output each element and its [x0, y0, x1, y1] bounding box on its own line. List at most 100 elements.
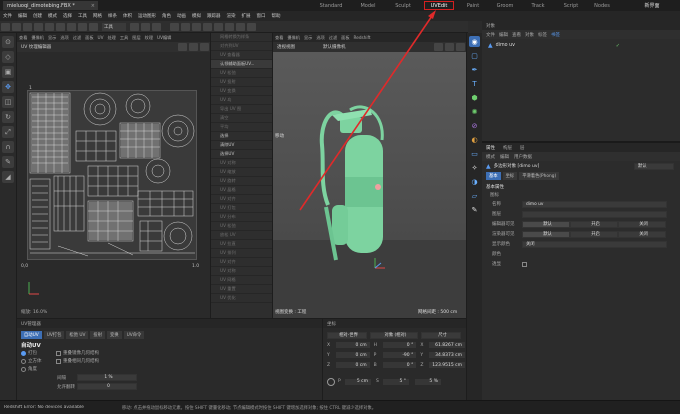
vp-menu-options[interactable]: 选项 [316, 35, 324, 41]
attr-subtab-coord[interactable]: 坐标 [502, 171, 518, 180]
command-item-clear-uv[interactable]: 清除UV [211, 141, 272, 150]
command-item-active[interactable]: 认领辅助面板UV... [211, 60, 272, 69]
obj-menu-object[interactable]: 对象 [525, 32, 534, 38]
texture-icon[interactable]: ◉ [469, 36, 480, 47]
menu-edit[interactable]: 编辑 [18, 13, 27, 19]
menu-window[interactable]: 窗口 [257, 13, 266, 19]
axis-z-icon[interactable] [89, 22, 98, 31]
attr-editor-visible-off[interactable]: 关闭 [618, 220, 666, 228]
menu-help[interactable]: 帮助 [272, 13, 281, 19]
render-settings-icon[interactable] [152, 22, 161, 31]
uv-zoom-view-icon[interactable] [189, 43, 198, 51]
text-tool-icon[interactable]: T [469, 78, 480, 89]
bend-deformer-icon[interactable]: ⊘ [469, 120, 480, 131]
vp-menu-redshift[interactable]: Redshift [354, 35, 371, 40]
snap-pos-field[interactable]: 5 cm [344, 377, 372, 386]
subdivision-surface-icon[interactable]: ⬢ [469, 92, 480, 103]
command-item[interactable]: UV 对齐 [211, 258, 272, 267]
cloner-icon[interactable]: ✺ [469, 106, 480, 117]
sky-icon[interactable]: ◐ [469, 134, 480, 145]
vp-menu-view[interactable]: 查看 [275, 35, 283, 41]
object-row[interactable]: ▲ dimo uv ✓ [482, 41, 680, 50]
layout-tab-groom[interactable]: Groom [492, 1, 518, 10]
deformer-icon[interactable] [214, 22, 223, 31]
obj-menu-tags[interactable]: 标签 [538, 32, 547, 38]
edit-icon[interactable]: ✎ [469, 204, 480, 215]
vp-zoom-view-icon[interactable] [445, 43, 454, 51]
layout-tab-track[interactable]: Track [526, 1, 550, 10]
attr-subtab-phong[interactable]: 平滑着色(Phong) [519, 171, 560, 180]
coord-y-pos[interactable]: 0 cm [334, 351, 371, 359]
visible-check-icon[interactable]: ✓ [616, 43, 620, 49]
render-icon[interactable] [141, 22, 150, 31]
environment-icon[interactable]: ◑ [469, 176, 480, 187]
uv-menu-camera[interactable]: 摄像机 [31, 35, 44, 41]
uvm-flip-field[interactable]: 0 [77, 383, 137, 390]
polygons-mode-icon[interactable]: ▣ [2, 66, 14, 78]
uv-menu-panel[interactable]: 面板 [85, 35, 93, 41]
command-item[interactable]: 对齐到UV [211, 42, 272, 51]
attr-display-color-dropdown[interactable]: 关闭 [522, 240, 667, 248]
menu-animate[interactable]: 动画 [177, 13, 186, 19]
move-icon[interactable] [34, 22, 43, 31]
rotate-tool-icon[interactable]: ↻ [2, 111, 14, 123]
uvm-tab-commands[interactable]: UV命令 [123, 331, 145, 339]
menu-tracker[interactable]: 跟踪器 [207, 13, 221, 19]
command-item[interactable]: 导出 UV 图 [211, 105, 272, 114]
rotate-icon[interactable] [56, 22, 65, 31]
pen-icon[interactable] [181, 22, 190, 31]
coord-p-rot[interactable]: -90 ° [381, 351, 418, 359]
uv-menu-uv[interactable]: UV [98, 35, 104, 40]
uv-menu-process[interactable]: 处理 [107, 35, 115, 41]
camera-object-icon[interactable]: ▭ [469, 148, 480, 159]
subdivision-icon[interactable] [192, 22, 201, 31]
coord-x-pos[interactable]: 0 cm [334, 341, 371, 349]
edges-mode-icon[interactable]: ◇ [2, 51, 14, 63]
command-item[interactable]: 放松 UV [211, 231, 272, 240]
uvm-tab-transform[interactable]: 变换 [107, 331, 122, 339]
knife-icon[interactable]: ◢ [2, 171, 14, 183]
attr-tab-layers[interactable]: 构层 [503, 145, 512, 151]
menu-select[interactable]: 选择 [63, 13, 72, 19]
layout-tab-model[interactable]: Model [355, 1, 381, 10]
command-item[interactable]: UV 岛 [211, 96, 272, 105]
undo-icon[interactable] [1, 22, 10, 31]
vp-menu-display[interactable]: 显示 [304, 35, 312, 41]
coord-z-size[interactable]: 123.9515 cm [428, 361, 466, 369]
menu-create[interactable]: 创建 [33, 13, 42, 19]
uv-fit-view-icon[interactable] [200, 43, 209, 51]
coord-z-pos[interactable]: 0 cm [334, 361, 371, 369]
command-item[interactable]: 网格转换为样条 [211, 33, 272, 42]
menu-character[interactable]: 角色 [162, 13, 171, 19]
uvm-radio-cube[interactable] [21, 358, 26, 364]
camera-icon[interactable] [236, 22, 245, 31]
menu-mograph[interactable]: 运动图形 [138, 13, 156, 19]
attr-subtab-basic[interactable]: 基本 [486, 171, 501, 180]
attr-layer-field[interactable] [522, 210, 667, 218]
attr-render-visible-on[interactable]: 开启 [570, 230, 618, 238]
coord-x-size[interactable]: 61.8267 cm [428, 341, 466, 349]
command-item[interactable]: UV 打包 [211, 204, 272, 213]
cube-icon[interactable] [170, 22, 179, 31]
uvm-tab-project[interactable]: 投射 [90, 331, 106, 339]
cube-primitive-icon[interactable]: ▢ [469, 50, 480, 61]
menu-spline[interactable]: 样条 [108, 13, 117, 19]
command-item[interactable]: UV 缩放 [211, 168, 272, 177]
file-tab[interactable]: mieluoqi_dimotebing.FBX * × [3, 1, 98, 10]
command-item-select-uv[interactable]: 选择UV [211, 150, 272, 159]
obj-menu-view[interactable]: 查看 [512, 32, 521, 38]
attr-mode-dropdown[interactable]: 默认 [634, 162, 674, 170]
attr-tab-layer[interactable]: 层 [520, 145, 525, 151]
attr-editor-visible-default[interactable]: 默认 [522, 220, 570, 228]
viewport-camera-label[interactable]: 默认摄像机 [323, 44, 346, 50]
command-item[interactable]: UV 查看器 [211, 51, 272, 60]
scale-tool-icon[interactable]: ⤢ [2, 126, 14, 138]
command-item[interactable]: 清空 [211, 114, 272, 123]
uv-menu-filter[interactable]: 过滤 [73, 35, 81, 41]
snap-rot-field[interactable]: 5 ° [382, 377, 410, 386]
axis-y-icon[interactable] [78, 22, 87, 31]
uvm-check-mirror[interactable] [56, 350, 61, 356]
uvm-spacing-field[interactable]: 1 % [77, 374, 137, 381]
coord-h-rot[interactable]: 0 ° [381, 341, 418, 349]
uv-menu-view[interactable]: 查看 [19, 35, 27, 41]
